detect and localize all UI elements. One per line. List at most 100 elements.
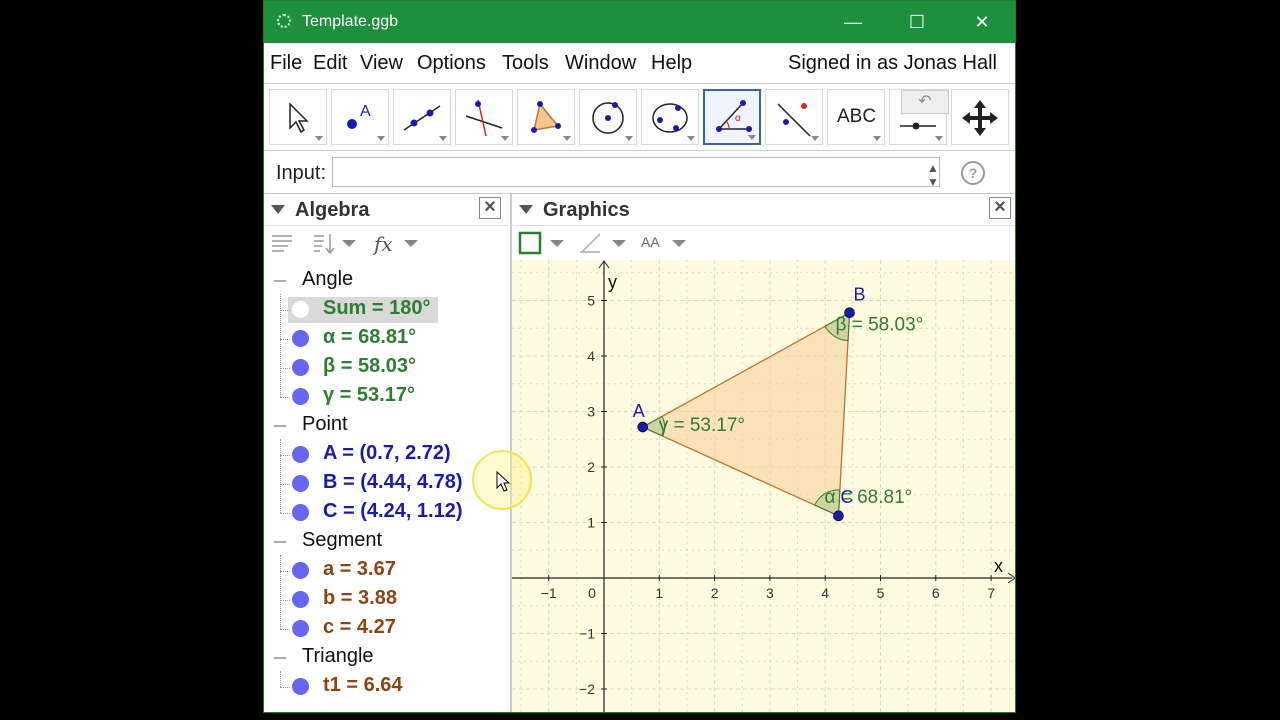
algebra-item-text[interactable]: β = 58.03° (323, 355, 416, 378)
point-B[interactable] (844, 307, 855, 319)
collapse-category-icon[interactable] (274, 541, 286, 543)
close-algebra-icon[interactable]: × (479, 197, 501, 219)
mouse-cursor-icon (496, 470, 511, 492)
point-C[interactable] (833, 510, 844, 522)
visibility-toggle-icon[interactable] (292, 301, 309, 318)
close-button[interactable]: ✕ (950, 1, 1014, 43)
visibility-toggle-icon[interactable] (292, 330, 309, 347)
input-history-icon[interactable]: ▲ ▼ (927, 161, 939, 189)
point-tool[interactable]: A (331, 89, 389, 145)
maximize-button[interactable]: ☐ (885, 1, 949, 43)
polygon-tool[interactable] (517, 89, 575, 145)
x-axis-label: x (994, 556, 1003, 576)
undo-icon[interactable]: ↶ (901, 90, 949, 114)
move-tool[interactable] (269, 89, 327, 145)
visibility-toggle-icon[interactable] (292, 504, 309, 521)
geometry-plot[interactable]: xy−1 0 1 2 3 4 5 6 7−2−112345γ = 53.17°β = 58.03… (492, 244, 1015, 713)
graphics-canvas[interactable]: x y −1 0 1 2 3 4 5 6 7 −2 −1 1 2 3 4 5 γ = 53.17° β = 58.03… (492, 244, 1015, 713)
menu-window[interactable]: Window (565, 52, 636, 75)
menu-file[interactable]: File (270, 52, 302, 75)
tree-connector (280, 687, 290, 688)
visibility-toggle-icon[interactable] (292, 620, 309, 637)
visibility-toggle-icon[interactable] (292, 446, 309, 463)
y-tick-label: −1 (579, 626, 595, 642)
perpendicular-line-tool[interactable] (455, 89, 513, 145)
axes-grid-toggle-icon (518, 231, 542, 255)
input-field[interactable] (332, 157, 940, 187)
x-tick-label: 4 (821, 585, 829, 601)
menu-edit[interactable]: Edit (313, 52, 347, 75)
algebra-item-text[interactable]: a = 3.67 (323, 558, 396, 581)
category-point[interactable]: Point (302, 413, 348, 436)
menu-view[interactable]: View (360, 52, 403, 75)
algebra-item-text[interactable]: α = 68.81° (323, 326, 416, 349)
minimize-button[interactable]: — (821, 1, 885, 43)
line-icon (403, 105, 441, 131)
algebra-item-text[interactable]: Sum = 180° (323, 297, 431, 320)
tree-connector (280, 294, 282, 397)
label-style-icon[interactable]: AA (641, 234, 660, 250)
category-triangle[interactable]: Triangle (302, 645, 374, 668)
visibility-toggle-icon[interactable] (292, 388, 309, 405)
category-segment[interactable]: Segment (302, 529, 382, 552)
algebra-item-text[interactable]: t1 = 6.64 (323, 674, 403, 697)
collapse-arrow-icon[interactable] (519, 205, 533, 214)
algebra-header: Algebra × (264, 193, 508, 226)
input-label: Input: (276, 162, 327, 184)
point-label-A: A (633, 401, 645, 421)
signed-in-label[interactable]: Signed in as Jonas Hall (788, 52, 997, 75)
text-tool-label: ABC (837, 106, 877, 127)
y-tick-label: −2 (579, 681, 595, 697)
graphics-title: Graphics (543, 199, 630, 221)
move-arrows-icon (962, 100, 998, 136)
text-tool[interactable]: ABC (827, 89, 885, 145)
menu-help[interactable]: Help (651, 52, 692, 75)
algebra-view: Algebra × fx Angle Sum = 180° α = 68.81° β … (264, 193, 512, 712)
help-icon[interactable]: ? (961, 161, 985, 185)
title-bar: Template.ggb — ☐ ✕ (264, 1, 1015, 43)
x-tick-label: 2 (711, 585, 719, 601)
chevron-down-icon (672, 240, 686, 247)
x-tick-label: 1 (655, 585, 663, 601)
algebra-item[interactable]: Sum = 180° (288, 297, 438, 323)
angle-icon: α (716, 100, 752, 132)
chevron-down-icon (342, 240, 356, 247)
menu-tools[interactable]: Tools (502, 52, 549, 75)
collapse-arrow-icon[interactable] (271, 205, 285, 214)
app-icon (277, 14, 291, 28)
visibility-toggle-icon[interactable] (292, 475, 309, 492)
algebra-item-text[interactable]: γ = 53.17° (323, 384, 415, 407)
reflect-icon (777, 103, 811, 137)
reflect-tool[interactable] (765, 89, 823, 145)
close-graphics-icon[interactable]: × (989, 197, 1011, 219)
x-tick-label: 0 (588, 585, 596, 601)
circle-icon (592, 102, 624, 134)
line-tool[interactable] (393, 89, 451, 145)
x-tick-label: −1 (541, 585, 557, 601)
point-A[interactable] (637, 421, 649, 433)
collapse-category-icon[interactable] (274, 657, 286, 659)
algebra-item-text[interactable]: C = (4.24, 1.12) (323, 500, 463, 523)
menu-options[interactable]: Options (417, 52, 486, 75)
visibility-toggle-icon[interactable] (292, 359, 309, 376)
algebra-item-text[interactable]: c = 4.27 (323, 616, 396, 639)
chevron-down-icon (550, 240, 564, 247)
angle-tool[interactable]: α (703, 89, 761, 145)
visibility-toggle-icon[interactable] (292, 562, 309, 579)
algebra-style-bar: fx (264, 226, 508, 260)
conic-tool[interactable] (641, 89, 699, 145)
algebra-item-text[interactable]: A = (0.7, 2.72) (323, 442, 451, 465)
collapse-category-icon[interactable] (274, 280, 286, 282)
category-angle[interactable]: Angle (302, 268, 353, 291)
angle-label-alpha: α = 68.81° (824, 487, 912, 508)
algebra-item-text[interactable]: B = (4.44, 4.78) (323, 471, 463, 494)
move-graphics-tool[interactable] (951, 89, 1009, 145)
ellipse-icon (652, 103, 688, 133)
collapse-category-icon[interactable] (274, 425, 286, 427)
visibility-toggle-icon[interactable] (292, 678, 309, 695)
x-tick-label: 6 (932, 585, 940, 601)
visibility-toggle-icon[interactable] (292, 591, 309, 608)
circle-tool[interactable] (579, 89, 637, 145)
tree-connector (280, 397, 290, 398)
algebra-item-text[interactable]: b = 3.88 (323, 587, 397, 610)
